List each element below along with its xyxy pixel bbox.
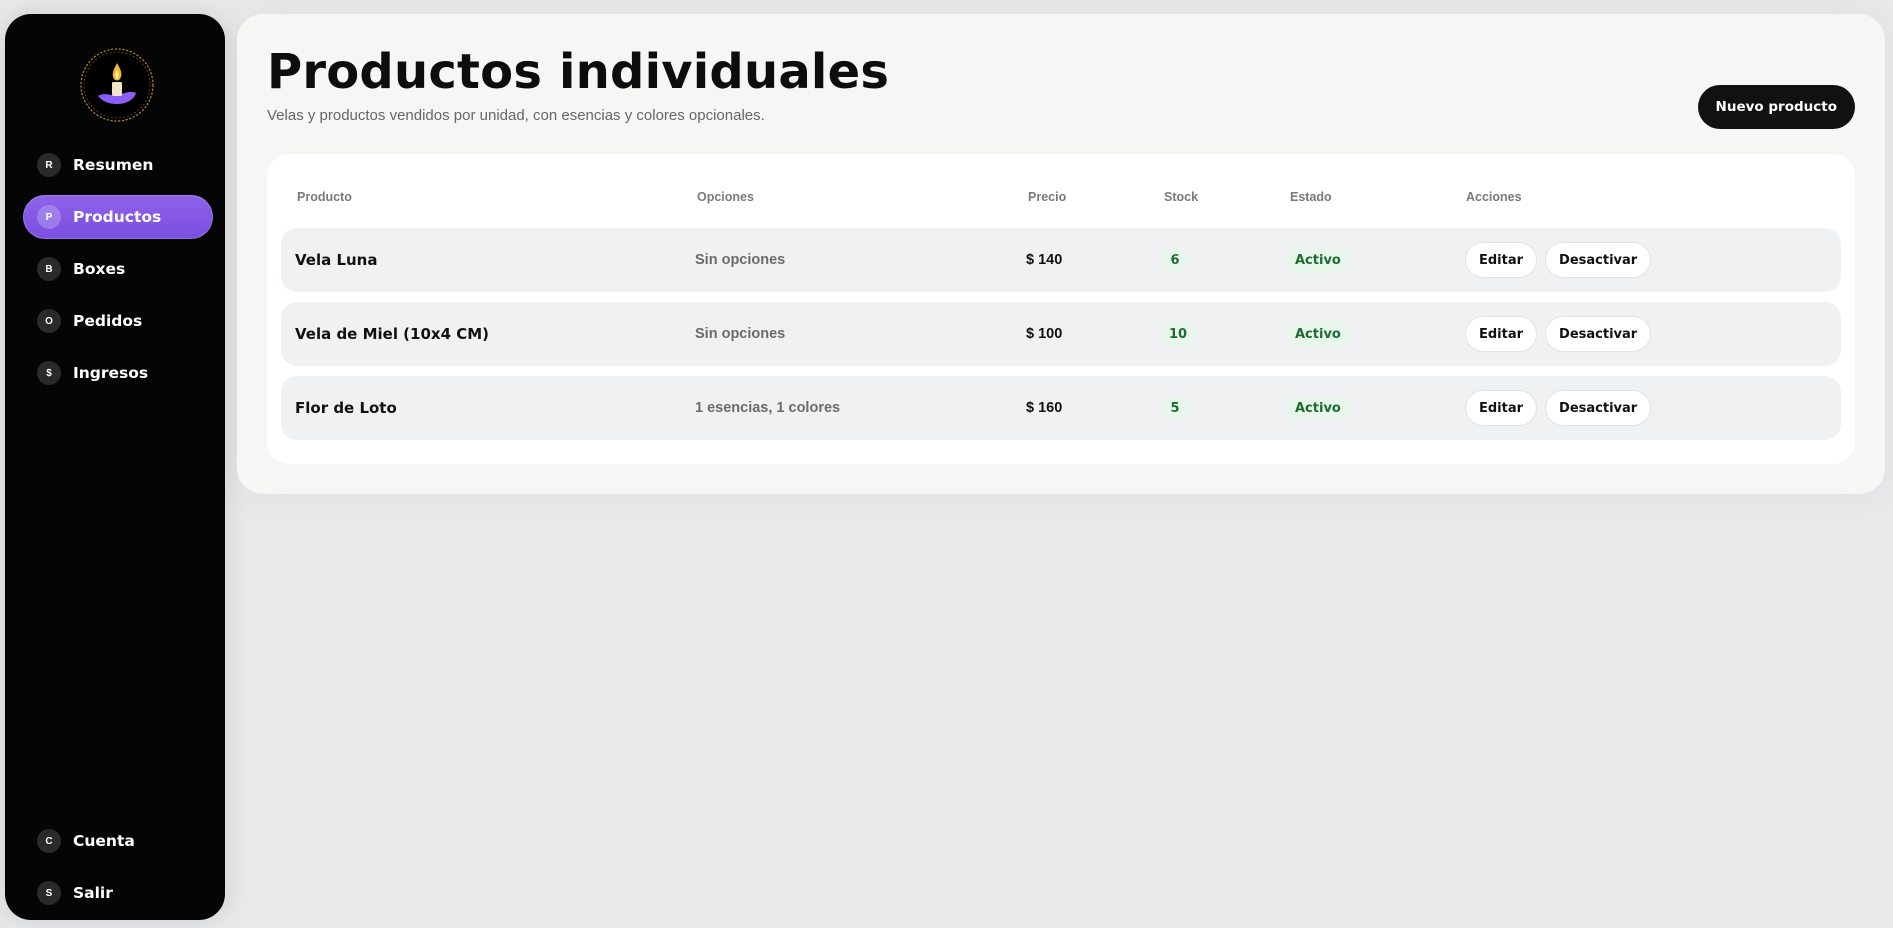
status-badge: Activo	[1287, 321, 1349, 347]
product-name: Vela Luna	[295, 251, 378, 269]
table-header: Producto Opciones Precio Stock Estado Ac…	[267, 190, 1855, 210]
column-header-opciones: Opciones	[697, 190, 754, 204]
sidebar-item-label: Ingresos	[73, 364, 149, 382]
column-header-estado: Estado	[1290, 190, 1332, 204]
stock-cell: 10	[1162, 302, 1195, 366]
column-header-acciones: Acciones	[1466, 190, 1522, 204]
sidebar-item-label: Cuenta	[73, 832, 135, 850]
edit-button[interactable]: Editar	[1465, 390, 1538, 426]
sidebar-nav: R Resumen P Productos B Boxes O Pedidos …	[23, 143, 213, 403]
status-cell: Activo	[1287, 228, 1349, 292]
table-row: Vela de Miel (10x4 CM) Sin opciones $ 10…	[281, 302, 1841, 366]
nav-badge: B	[37, 257, 61, 281]
status-cell: Activo	[1287, 376, 1349, 440]
product-name: Flor de Loto	[295, 399, 397, 417]
sidebar-item-boxes[interactable]: B Boxes	[23, 247, 213, 291]
edit-button[interactable]: Editar	[1465, 316, 1538, 352]
stock-cell: 5	[1162, 376, 1188, 440]
column-header-stock: Stock	[1164, 190, 1199, 204]
sidebar: R Resumen P Productos B Boxes O Pedidos …	[5, 14, 225, 920]
table-row: Flor de Loto 1 esencias, 1 colores $ 160…	[281, 376, 1841, 440]
status-cell: Activo	[1287, 302, 1349, 366]
sidebar-item-pedidos[interactable]: O Pedidos	[23, 299, 213, 343]
edit-button[interactable]: Editar	[1465, 242, 1538, 278]
sidebar-item-label: Salir	[73, 884, 113, 902]
product-options: 1 esencias, 1 colores	[695, 400, 841, 416]
deactivate-button[interactable]: Desactivar	[1545, 390, 1652, 426]
products-table: Producto Opciones Precio Stock Estado Ac…	[267, 154, 1855, 464]
table-row: Vela Luna Sin opciones $ 140 6 Activo Ed…	[281, 228, 1841, 292]
page-subtitle: Velas y productos vendidos por unidad, c…	[267, 107, 765, 124]
status-badge: Activo	[1287, 247, 1349, 273]
sidebar-item-resumen[interactable]: R Resumen	[23, 143, 213, 187]
deactivate-button[interactable]: Desactivar	[1545, 316, 1652, 352]
product-options: Sin opciones	[695, 252, 786, 268]
main-panel: Productos individuales Velas y productos…	[237, 14, 1885, 494]
nav-badge: P	[37, 205, 61, 229]
product-price: $ 100	[1026, 326, 1063, 342]
sidebar-item-label: Productos	[73, 208, 162, 226]
stock-badge: 10	[1162, 321, 1195, 347]
product-name: Vela de Miel (10x4 CM)	[295, 325, 490, 343]
column-header-producto: Producto	[297, 190, 352, 204]
nav-badge: S	[37, 881, 61, 905]
nav-badge: O	[37, 309, 61, 333]
nav-badge: C	[37, 829, 61, 853]
actions-cell: Editar Desactivar	[1465, 228, 1652, 292]
page-title: Productos individuales	[267, 44, 890, 100]
deactivate-button[interactable]: Desactivar	[1545, 242, 1652, 278]
sidebar-item-label: Pedidos	[73, 312, 143, 330]
stock-badge: 6	[1162, 247, 1188, 273]
sidebar-item-productos[interactable]: P Productos	[23, 195, 213, 239]
nav-badge: $	[37, 361, 61, 385]
status-badge: Activo	[1287, 395, 1349, 421]
actions-cell: Editar Desactivar	[1465, 376, 1652, 440]
product-options: Sin opciones	[695, 326, 786, 342]
product-price: $ 140	[1026, 252, 1063, 268]
sidebar-item-salir[interactable]: S Salir	[23, 871, 213, 915]
nav-badge: R	[37, 153, 61, 177]
candle-hand-logo-icon[interactable]	[78, 46, 156, 124]
sidebar-item-label: Resumen	[73, 156, 154, 174]
sidebar-bottom-nav: C Cuenta S Salir	[23, 819, 213, 923]
sidebar-item-label: Boxes	[73, 260, 126, 278]
actions-cell: Editar Desactivar	[1465, 302, 1652, 366]
product-price: $ 160	[1026, 400, 1063, 416]
column-header-precio: Precio	[1028, 190, 1067, 204]
stock-badge: 5	[1162, 395, 1188, 421]
new-product-button[interactable]: Nuevo producto	[1697, 85, 1855, 129]
sidebar-item-ingresos[interactable]: $ Ingresos	[23, 351, 213, 395]
sidebar-item-cuenta[interactable]: C Cuenta	[23, 819, 213, 863]
stock-cell: 6	[1162, 228, 1188, 292]
